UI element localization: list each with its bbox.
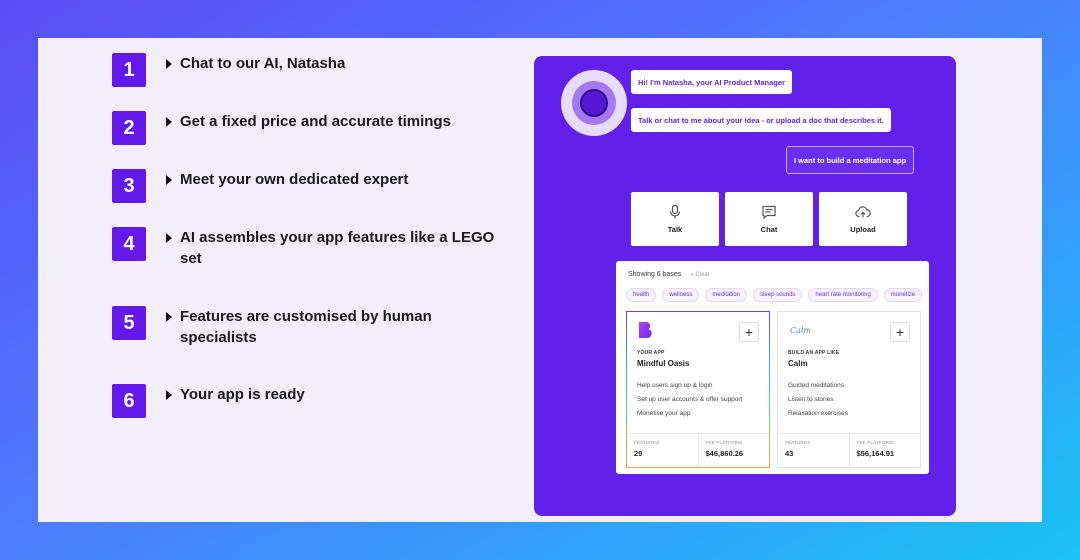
card-footer: FEATURES 29 FEE PLATFORM $46,860.26 [627,433,769,467]
tag-chip[interactable]: meditation [705,288,748,302]
features-count: 29 [634,449,643,458]
app-name: Mindful Oasis [637,359,690,368]
results-count: Showing 6 bases [628,271,682,278]
builder-logo-icon [639,322,652,339]
tag-chip[interactable]: sleep sounds [753,288,803,302]
tag-chip[interactable]: wellness [662,288,700,302]
caret-right-icon [166,312,172,322]
caret-right-icon [166,233,172,243]
natasha-demo-card: Hi! I'm Natasha, your AI Product Manager… [534,56,956,516]
content-panel: 1 Chat to our AI, Natasha 2 Get a fixed … [38,38,1042,522]
talk-label: Talk [667,225,683,234]
app-name: Calm [788,359,808,368]
feature-list: Help users sign up & login Set up user a… [637,379,742,421]
natasha-message: Hi! I'm Natasha, your AI Product Manager [631,70,792,94]
step-number: 6 [112,384,146,418]
clear-button[interactable]: « Clear [690,272,709,278]
natasha-message: Talk or chat to me about your idea - or … [631,108,891,132]
feature-list: Guided meditations Listen to stories Rel… [788,379,848,421]
price-label: FEE PLATFORM [705,440,743,445]
price-value: $46,860.26 [705,449,744,458]
card-footer: FEATURES 43 FEE PLATFORM $56,164.91 [778,433,920,467]
step-text: Features are customised by human special… [180,308,432,346]
caret-right-icon [166,117,172,127]
features-label: FEATURES [634,440,660,445]
card-kicker: BUILD AN APP LIKE [788,350,840,356]
price-label: FEE PLATFORM [856,440,894,445]
app-card-calm[interactable]: Calm + BUILD AN APP LIKE Calm Guided med… [777,311,921,468]
add-button[interactable]: + [739,322,759,342]
card-kicker: YOUR APP [637,350,665,356]
tag-chip[interactable]: monetize [883,288,923,302]
tag-chip[interactable]: heart rate monitoring [808,288,878,302]
cloud-upload-icon [855,206,871,218]
microphone-icon [669,204,681,219]
talk-button[interactable]: Talk [631,192,719,246]
feature-item: Set up user accounts & offer support [637,396,743,403]
step-3: 3 Meet your own dedicated expert [112,169,510,203]
step-number: 4 [112,227,146,261]
price-value: $56,164.91 [856,449,895,458]
caret-right-icon [166,59,172,69]
chat-label: Chat [760,225,778,234]
step-text: Chat to our AI, Natasha [180,55,346,72]
caret-right-icon [166,175,172,185]
step-number: 1 [112,53,146,87]
step-number: 2 [112,111,146,145]
step-1: 1 Chat to our AI, Natasha [112,53,510,87]
feature-item: Guided meditations [788,382,845,389]
feature-item: Monetise your app [637,410,691,417]
feature-item: Help users sign up & login [637,382,713,389]
step-4: 4 AI assembles your app features like a … [112,227,510,269]
tag-list: health wellness meditation sleep sounds … [626,288,923,302]
step-number: 3 [112,169,146,203]
step-text: Your app is ready [180,386,305,403]
upload-label: Upload [850,225,876,234]
caret-right-icon [166,390,172,400]
step-6: 6 Your app is ready [112,384,510,418]
step-2: 2 Get a fixed price and accurate timings [112,111,510,145]
step-text: Meet your own dedicated expert [180,171,409,188]
step-number: 5 [112,306,146,340]
chat-button[interactable]: Chat [725,192,813,246]
upload-button[interactable]: Upload [819,192,907,246]
natasha-avatar [561,70,627,136]
chat-icon [762,205,776,220]
results-panel: Showing 6 bases « Clear health wellness … [616,261,929,474]
features-label: FEATURES [785,440,811,445]
features-count: 43 [785,449,794,458]
calm-logo: Calm [790,326,812,335]
feature-item: Relaxation exercises [788,410,848,417]
tag-chip[interactable]: health [626,288,657,302]
step-5: 5 Features are customised by human speci… [112,306,510,348]
step-text: Get a fixed price and accurate timings [180,113,451,130]
user-message: I want to build a meditation app [786,146,915,174]
app-card-your-app[interactable]: + YOUR APP Mindful Oasis Help users sign… [626,311,770,468]
add-button[interactable]: + [890,322,910,342]
feature-item: Listen to stories [788,396,834,403]
step-text: AI assembles your app features like a LE… [180,229,495,267]
